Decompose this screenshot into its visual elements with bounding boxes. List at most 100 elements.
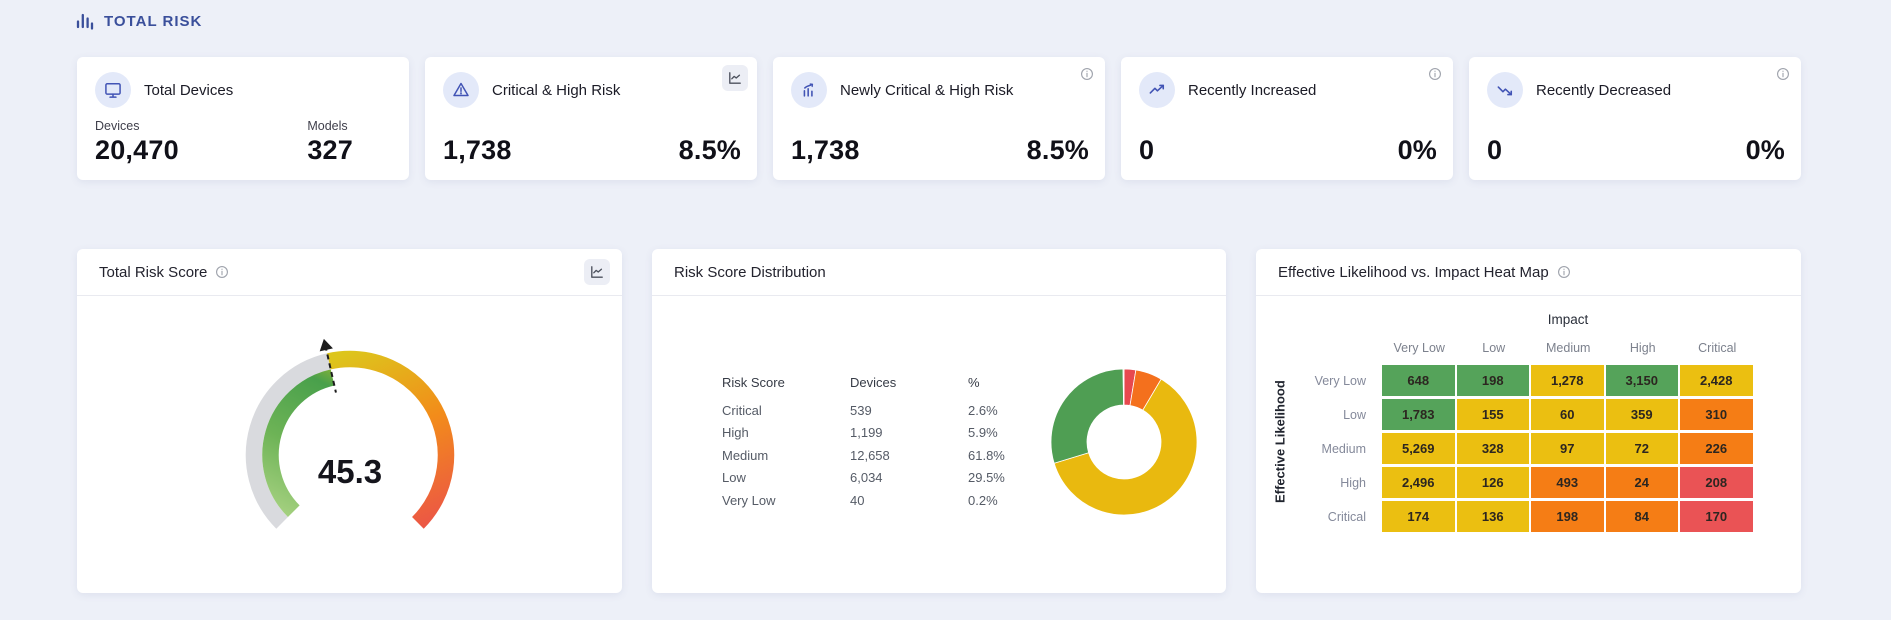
card-value: 1,738	[791, 135, 860, 166]
card-value: 1,738	[443, 135, 512, 166]
panel-title: Effective Likelihood vs. Impact Heat Map	[1278, 264, 1549, 281]
heatmap-row-label: Medium	[1290, 442, 1382, 456]
heatmap-column-header: Medium	[1531, 341, 1606, 355]
devices-value: 12,658	[850, 448, 968, 463]
heatmap-x-axis-label: Impact	[1382, 312, 1754, 327]
card-critical-high-risk: Critical & High Risk 1,738 8.5%	[425, 57, 757, 180]
heatmap-cell[interactable]: 1,278	[1531, 365, 1604, 396]
heatmap-cell[interactable]: 97	[1531, 433, 1604, 464]
heatmap-row-label: Low	[1290, 408, 1382, 422]
devices-value: 6,034	[850, 470, 968, 485]
heatmap-row-label: Critical	[1290, 510, 1382, 524]
heatmap-panel: Effective Likelihood vs. Impact Heat Map…	[1256, 249, 1801, 593]
card-recently-decreased: Recently Decreased 0 0%	[1469, 57, 1801, 180]
heatmap-cell[interactable]: 208	[1680, 467, 1753, 498]
heatmap-cell[interactable]: 174	[1382, 501, 1455, 532]
warning-triangle-icon	[443, 72, 479, 108]
heatmap-column-header: Critical	[1680, 341, 1755, 355]
card-title: Recently Increased	[1188, 82, 1316, 99]
info-icon[interactable]	[215, 265, 229, 279]
distribution-row: Critical5392.6%	[696, 399, 1030, 422]
stat-cards-row: Total Devices Devices 20,470 Models 327	[77, 57, 1801, 180]
page-title: TOTAL RISK	[104, 13, 202, 30]
heatmap-row: Low1,78315560359310	[1290, 399, 1791, 430]
total-risk-score-panel: Total Risk Score	[77, 249, 622, 593]
distribution-table-header: Risk Score Devices %	[696, 372, 1030, 395]
metric-label: Models	[307, 119, 353, 133]
percent-value: 5.9%	[968, 425, 1030, 440]
heatmap-cell[interactable]: 3,150	[1606, 365, 1679, 396]
heatmap-cell[interactable]: 198	[1457, 365, 1530, 396]
column-header: %	[968, 375, 1030, 390]
panels-row: Total Risk Score	[77, 249, 1801, 593]
card-value: 0	[1139, 135, 1154, 166]
card-percent: 0%	[1398, 135, 1437, 166]
heatmap-column-headers: Very LowLowMediumHighCritical	[1382, 341, 1791, 355]
donut-slice-very-low[interactable]	[1123, 369, 1124, 405]
info-icon[interactable]	[1774, 65, 1792, 83]
heatmap-cell[interactable]: 359	[1606, 399, 1679, 430]
heatmap-cell[interactable]: 72	[1606, 433, 1679, 464]
heatmap-cell[interactable]: 493	[1531, 467, 1604, 498]
heatmap-cell[interactable]: 126	[1457, 467, 1530, 498]
card-title: Recently Decreased	[1536, 82, 1671, 99]
heatmap-cell[interactable]: 170	[1680, 501, 1753, 532]
risk-level-label: Low	[722, 470, 850, 485]
percent-value: 29.5%	[968, 470, 1030, 485]
models-metric: Models 327	[307, 119, 353, 166]
donut-slice-low[interactable]	[1051, 369, 1124, 463]
heatmap-cell[interactable]: 198	[1531, 501, 1604, 532]
risk-level-label: Critical	[722, 403, 850, 418]
info-icon[interactable]	[1078, 65, 1096, 83]
heatmap-cell[interactable]: 2,496	[1382, 467, 1455, 498]
panel-title: Risk Score Distribution	[674, 264, 826, 281]
donut-chart[interactable]	[1048, 366, 1200, 518]
heatmap-column-header: Very Low	[1382, 341, 1457, 355]
heatmap-cell[interactable]: 24	[1606, 467, 1679, 498]
risk-score-gauge: 45.3	[77, 296, 622, 593]
total-risk-dashboard: TOTAL RISK Total Devices Devices 20,470	[0, 0, 1891, 593]
card-value: 0	[1487, 135, 1502, 166]
heatmap-cell[interactable]: 310	[1680, 399, 1753, 430]
trend-chart-button[interactable]	[584, 259, 610, 285]
risk-level-label: Very Low	[722, 493, 850, 508]
card-total-devices: Total Devices Devices 20,470 Models 327	[77, 57, 409, 180]
heatmap-cell[interactable]: 60	[1531, 399, 1604, 430]
card-percent: 0%	[1746, 135, 1785, 166]
heatmap-column-header: High	[1606, 341, 1681, 355]
heatmap-row: Medium5,2693289772226	[1290, 433, 1791, 464]
heatmap-cell[interactable]: 328	[1457, 433, 1530, 464]
distribution-row: Very Low400.2%	[696, 489, 1030, 512]
heatmap-cell[interactable]: 2,428	[1680, 365, 1753, 396]
card-title: Total Devices	[144, 82, 233, 99]
bar-chart-icon	[75, 11, 95, 31]
card-title: Critical & High Risk	[492, 82, 620, 99]
trend-up-icon	[1139, 72, 1175, 108]
info-icon[interactable]	[1426, 65, 1444, 83]
metric-label: Devices	[95, 119, 179, 133]
page-header: TOTAL RISK	[75, 10, 1801, 32]
metric-value: 327	[307, 135, 353, 166]
heatmap-cell[interactable]: 136	[1457, 501, 1530, 532]
distribution-row: High1,1995.9%	[696, 422, 1030, 445]
heatmap-y-axis-label: Effective Likelihood	[1270, 354, 1290, 529]
card-percent: 8.5%	[1027, 135, 1089, 166]
risk-score-distribution-panel: Risk Score Distribution Risk Score Devic…	[652, 249, 1226, 593]
heatmap-cell[interactable]: 648	[1382, 365, 1455, 396]
info-icon[interactable]	[1557, 265, 1571, 279]
trend-chart-button[interactable]	[722, 65, 748, 91]
percent-value: 0.2%	[968, 493, 1030, 508]
heatmap-cell[interactable]: 5,269	[1382, 433, 1455, 464]
devices-metric: Devices 20,470	[95, 119, 179, 166]
heatmap-cell[interactable]: 84	[1606, 501, 1679, 532]
heatmap-cell[interactable]: 155	[1457, 399, 1530, 430]
distribution-row: Medium12,65861.8%	[696, 444, 1030, 467]
heatmap-grid: Very Low6481981,2783,1502,428Low1,783155…	[1290, 365, 1791, 532]
heatmap-cell[interactable]: 226	[1680, 433, 1753, 464]
heatmap-row-label: Very Low	[1290, 374, 1382, 388]
monitor-icon	[95, 72, 131, 108]
heatmap-cell[interactable]: 1,783	[1382, 399, 1455, 430]
devices-value: 539	[850, 403, 968, 418]
risk-level-label: High	[722, 425, 850, 440]
percent-value: 2.6%	[968, 403, 1030, 418]
